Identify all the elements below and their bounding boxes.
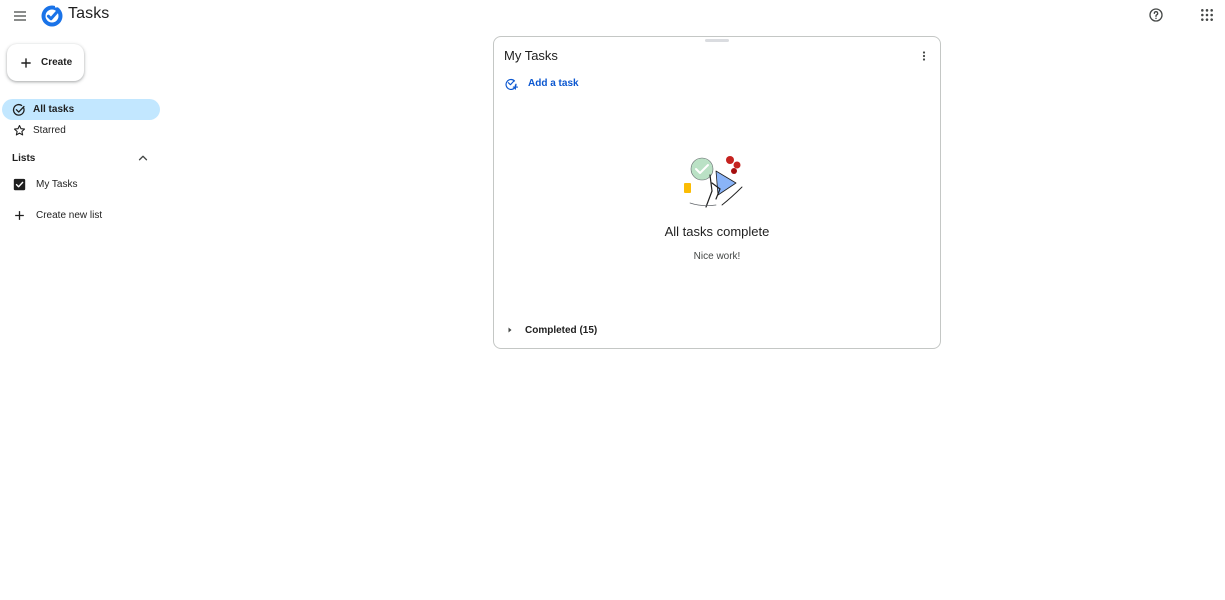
drag-handle[interactable] [705,39,729,42]
create-button[interactable]: Create [7,44,84,81]
task-list-card: My Tasks Add a task All tasks complete N… [493,36,941,349]
create-button-label: Create [41,57,73,68]
add-task-label: Add a task [528,77,579,89]
app-title[interactable]: Tasks [68,5,109,23]
main-menu-button[interactable] [7,3,33,29]
add-task-icon [505,78,518,90]
plus-icon [21,57,31,68]
add-task-button[interactable]: Add a task [504,75,579,91]
check-circle-icon [12,103,26,117]
lists-heading: Lists [12,152,36,164]
create-new-list-label: Create new list [36,209,103,221]
top-bar: Tasks [0,0,1225,32]
lists-section-header: Lists [12,150,160,166]
create-new-list-button[interactable]: Create new list [12,206,102,224]
list-item-label: My Tasks [36,178,78,190]
hamburger-menu-icon [14,11,26,21]
list-title: My Tasks [504,48,558,63]
nav-item-label: All tasks [33,104,75,115]
completed-section-toggle[interactable]: Completed (15) [504,323,597,337]
empty-state-subtitle: Nice work! [693,251,741,262]
more-vert-icon [922,51,926,61]
empty-state-title: All tasks complete [664,224,770,239]
star-outline-icon [12,124,26,138]
checkbox-checked-icon[interactable] [12,177,26,191]
completed-label: Completed (15) [525,324,598,336]
apps-grid-icon [1201,9,1213,21]
nav-item-label: Starred [33,125,66,136]
all-tasks-complete-illustration [684,156,743,208]
google-apps-button[interactable] [1195,3,1219,27]
help-button[interactable] [1144,3,1168,27]
tasks-logo-icon[interactable] [40,4,64,28]
plus-icon [12,208,26,222]
chevron-up-icon[interactable] [136,151,150,165]
caret-right-icon [508,327,512,333]
help-circle-icon [1149,8,1163,22]
nav-item-starred[interactable]: Starred [2,120,160,141]
list-options-button[interactable] [914,48,934,64]
nav-item-all-tasks[interactable]: All tasks [2,99,160,120]
list-item-my-tasks[interactable]: My Tasks [12,175,78,193]
